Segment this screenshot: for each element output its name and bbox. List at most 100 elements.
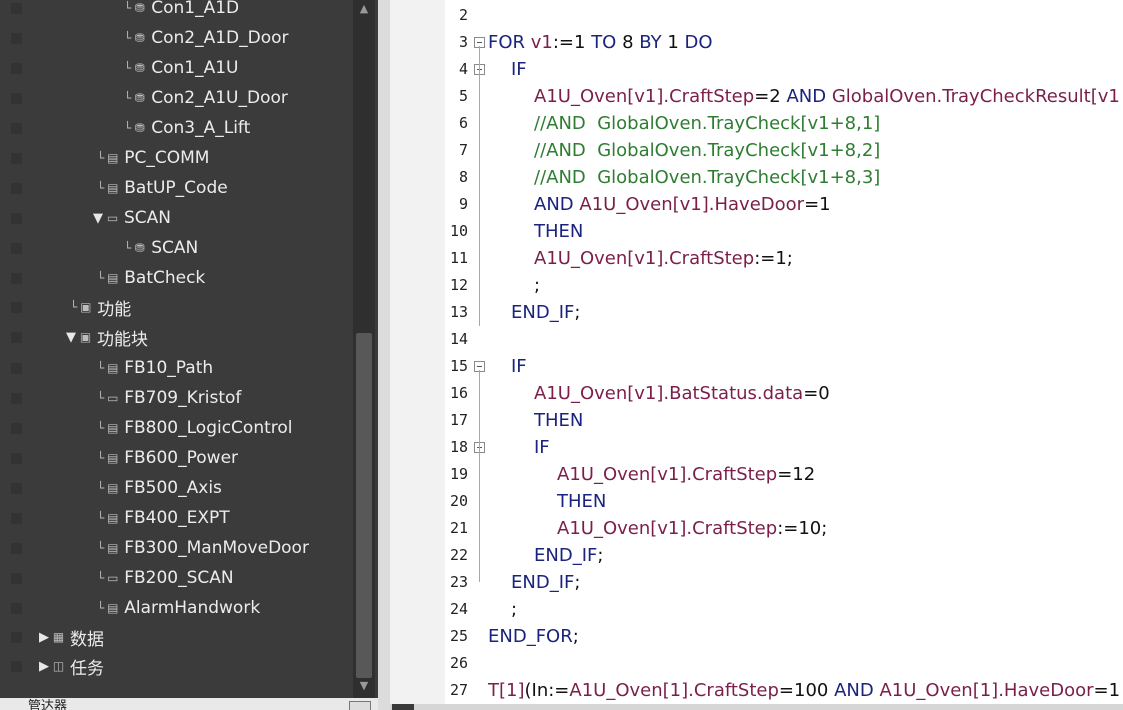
tree-gutter-marker xyxy=(11,483,22,494)
tree-item[interactable]: ▶ ▦ 数据 xyxy=(38,623,104,651)
tree-item[interactable]: └ ▤ FB800_LogicControl xyxy=(97,414,293,442)
code-line[interactable]: //AND GlobalOven.TrayCheck[v1+8,1] xyxy=(534,110,880,137)
code-line[interactable]: ; xyxy=(511,596,517,623)
code-line[interactable]: A1U_Oven[v1].CraftStep:=10; xyxy=(557,515,827,542)
tree-gutter-marker xyxy=(11,63,22,74)
code-keyword: END_IF xyxy=(534,545,598,566)
function-block-icon: ▭ xyxy=(106,211,119,225)
tree-item[interactable]: └ ▤ BatCheck xyxy=(97,264,205,292)
code-comment: //AND GlobalOven.TrayCheck[v1+8,3] xyxy=(534,167,881,188)
code-line[interactable]: END_IF; xyxy=(534,542,603,569)
tree-item[interactable]: └ ▤ BatUP_Code xyxy=(97,174,228,202)
tree-item[interactable]: └ ▤ PC_COMM xyxy=(97,144,209,172)
code-line[interactable]: //AND GlobalOven.TrayCheck[v1+8,2] xyxy=(534,137,880,164)
tree-item[interactable]: └ ⛃ Con1_A1D xyxy=(124,0,239,22)
line-number: 10 xyxy=(449,222,468,240)
expand-down-arrow-icon[interactable]: ▼ xyxy=(65,330,77,345)
code-line[interactable]: ; xyxy=(534,272,540,299)
line-number: 15 xyxy=(449,357,468,375)
tree-item[interactable]: └ ▤ FB10_Path xyxy=(97,354,213,382)
expand-right-arrow-icon[interactable]: ▶ xyxy=(38,630,50,645)
code-line[interactable]: FOR v1:=1 TO 8 BY 1 DO xyxy=(488,29,713,56)
tree-item[interactable]: └ ⛃ SCAN xyxy=(124,234,198,262)
tree-item[interactable]: ▶ ◫ 任务 xyxy=(38,652,104,680)
code-text: =1 xyxy=(1093,680,1121,701)
code-line[interactable]: IF xyxy=(511,353,527,380)
code-line[interactable]: END_IF; xyxy=(511,569,580,596)
code-line[interactable]: AND A1U_Oven[v1].HaveDoor=1 xyxy=(534,191,831,218)
tree-item[interactable]: └ ▭ FB200_SCAN xyxy=(97,564,234,592)
code-keyword: END_IF xyxy=(511,572,575,593)
tree-gutter-marker xyxy=(11,3,22,14)
tree-scrollbar-thumb[interactable] xyxy=(356,333,372,678)
code-text: ; xyxy=(572,626,579,647)
code-line[interactable]: END_IF; xyxy=(511,299,580,326)
code-keyword: THEN xyxy=(534,410,584,431)
tree-gutter-marker xyxy=(11,123,22,134)
tree-item[interactable]: └ ▣ 功能 xyxy=(70,293,131,321)
code-keyword: DO xyxy=(684,32,713,53)
tree-item[interactable]: ▼ ▣ 功能块 xyxy=(65,323,148,351)
code-text: 8 xyxy=(622,32,640,53)
tree-item[interactable]: └ ⛃ Con2_A1D_Door xyxy=(124,24,289,52)
code-line[interactable]: THEN xyxy=(557,488,606,515)
program-icon: ▤ xyxy=(107,601,119,615)
tree-item-label: FB500_Axis xyxy=(124,478,222,498)
code-line[interactable]: THEN xyxy=(534,407,583,434)
tree-connector: └ xyxy=(97,511,105,525)
tree-gutter-marker xyxy=(11,332,22,343)
code-line[interactable]: T[1](In:=A1U_Oven[1].CraftStep=100 AND A… xyxy=(488,677,1120,704)
tree-item[interactable]: └ ▤ FB400_EXPT xyxy=(97,504,230,532)
code-line[interactable]: A1U_Oven[v1].BatStatus.data=0 xyxy=(534,380,830,407)
code-keyword: IF xyxy=(534,437,550,458)
line-number: 14 xyxy=(449,330,468,348)
panel-splitter[interactable] xyxy=(378,0,390,710)
tree-connector: └ xyxy=(97,601,105,615)
tree-item[interactable]: └ ▤ AlarmHandwork xyxy=(97,594,260,622)
line-number: 23 xyxy=(449,573,468,591)
scroll-down-arrow-icon[interactable]: ▼ xyxy=(353,677,375,695)
tree-gutter-marker xyxy=(11,183,22,194)
tree-item[interactable]: ▼ ▭ SCAN xyxy=(92,204,171,232)
line-number: 11 xyxy=(449,249,468,267)
tree-item[interactable]: └ ⛃ Con3_A_Lift xyxy=(124,114,250,142)
tree-item[interactable]: └ ▭ FB709_Kristof xyxy=(97,384,241,412)
tree-item[interactable]: └ ▤ FB300_ManMoveDoor xyxy=(97,534,309,562)
code-text: =1 xyxy=(804,194,831,215)
line-number: 25 xyxy=(449,627,468,645)
connection-icon: ⛃ xyxy=(134,241,145,255)
connection-icon: ⛃ xyxy=(134,61,145,75)
tree-item[interactable]: └ ▤ FB500_Axis xyxy=(97,474,222,502)
folder-icon: ▣ xyxy=(79,330,92,344)
expand-down-arrow-icon[interactable]: ▼ xyxy=(92,211,104,226)
editor-scrollbar-thumb[interactable] xyxy=(392,704,414,710)
st-code-editor[interactable]: 2 3 FOR v1:=1 TO 8 BY 1 DO 4 IF 5 A1U_Oven[v1]… xyxy=(390,0,1123,710)
code-line[interactable]: A1U_Oven[v1].CraftStep:=1; xyxy=(534,245,793,272)
code-line[interactable]: //AND GlobalOven.TrayCheck[v1+8,3] xyxy=(534,164,880,191)
code-line[interactable]: A1U_Oven[v1].CraftStep=2 AND GlobalOven.… xyxy=(534,83,1120,110)
tree-item-label: Con1_A1D xyxy=(151,0,240,18)
code-variable: A1U_Oven[v1].BatStatus.data xyxy=(534,383,804,404)
tree-item[interactable]: └ ⛃ Con2_A1U_Door xyxy=(124,84,288,112)
code-line[interactable]: A1U_Oven[v1].CraftStep=12 xyxy=(557,461,815,488)
tree-connector: └ xyxy=(97,421,105,435)
code-variable: v1 xyxy=(530,32,553,53)
code-line[interactable]: IF xyxy=(534,434,550,461)
line-number: 19 xyxy=(449,465,468,483)
code-line[interactable]: END_FOR; xyxy=(488,623,579,650)
code-text: :=10; xyxy=(777,518,828,539)
tree-gutter-marker xyxy=(11,513,22,524)
tree-gutter-marker xyxy=(11,393,22,404)
editor-horizontal-scrollbar[interactable] xyxy=(390,704,1123,710)
program-icon: ▤ xyxy=(107,271,119,285)
code-text: ; xyxy=(511,599,518,620)
code-line[interactable]: IF xyxy=(511,56,527,83)
tree-item[interactable]: └ ▤ FB600_Power xyxy=(97,444,238,472)
expand-right-arrow-icon[interactable]: ▶ xyxy=(38,659,50,674)
tree-connector: └ xyxy=(124,61,132,75)
bottom-panel-button[interactable] xyxy=(349,701,371,710)
code-line[interactable]: THEN xyxy=(534,218,583,245)
tree-item[interactable]: └ ⛃ Con1_A1U xyxy=(124,54,238,82)
scroll-up-arrow-icon[interactable]: ▲ xyxy=(353,0,375,18)
tree-scrollbar[interactable]: ▲ ▼ xyxy=(353,0,375,698)
